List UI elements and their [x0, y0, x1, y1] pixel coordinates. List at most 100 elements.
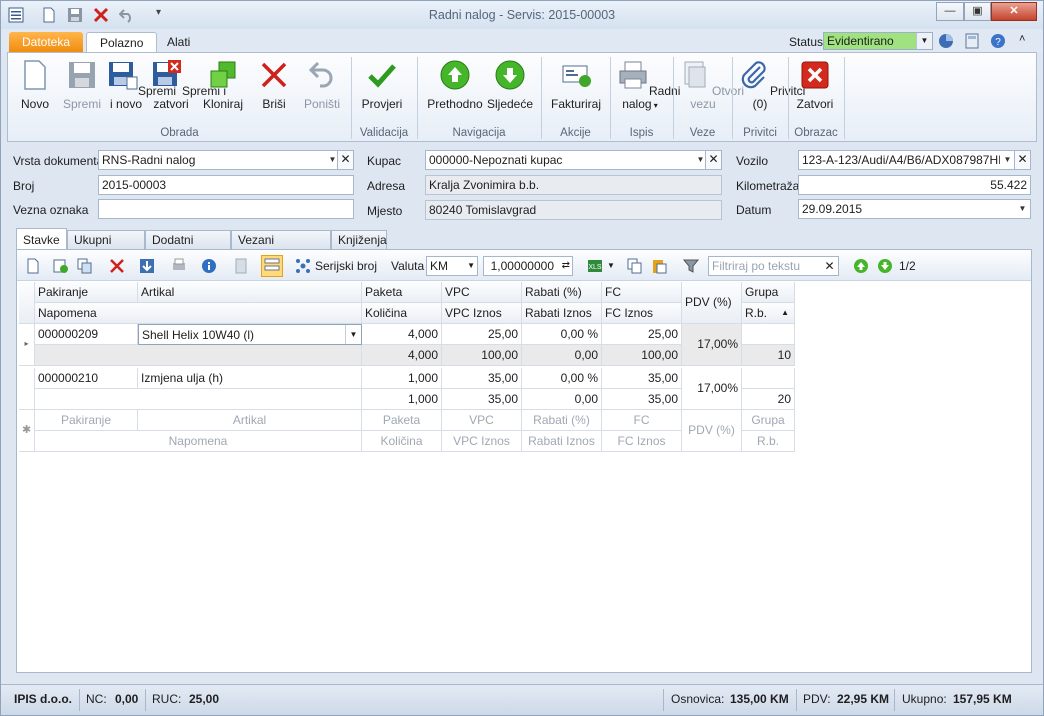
import-icon[interactable] [139, 258, 155, 274]
filter-icon[interactable] [683, 258, 699, 274]
table-cell[interactable] [35, 389, 362, 410]
col-pdv-header[interactable]: PDV (%) [682, 282, 742, 324]
info-icon[interactable] [201, 258, 217, 274]
table-cell[interactable]: 0,00 [522, 345, 602, 366]
artikal-editor[interactable]: Shell Helix 10W40 (l) ▼ [138, 324, 362, 345]
close-window-button[interactable]: ✕ [991, 2, 1037, 21]
tab-vezani-dokumenti[interactable]: Vezani dokumenti [231, 230, 331, 265]
chevron-down-icon[interactable]: ▼ [1000, 151, 1015, 169]
tab-datoteka[interactable]: Datoteka [9, 32, 84, 53]
new-row-placeholder[interactable]: Artikal [138, 410, 362, 431]
next-page-icon[interactable] [877, 258, 893, 274]
table-cell[interactable]: 35,00 [442, 389, 522, 410]
table-cell[interactable]: 35,00 [602, 389, 682, 410]
tecaj-field[interactable]: 1,00000000 ⇄ [483, 256, 573, 276]
col-rb-header[interactable]: R.b. ▲ [742, 303, 795, 324]
col-rabati-header[interactable]: Rabati (%) [522, 282, 602, 303]
table-cell[interactable]: 4,000 [362, 324, 442, 345]
vrsta-dokumenta-select[interactable]: RNS-Radni nalog ▼ [98, 150, 341, 170]
ponisti-button[interactable]: Poništi [304, 59, 340, 111]
spremi-button[interactable]: Spremi [62, 59, 102, 111]
serial-number-icon[interactable] [295, 258, 311, 274]
delete-row-icon[interactable] [109, 258, 125, 274]
add-row-icon[interactable] [53, 258, 69, 274]
help-icon[interactable]: ? [990, 33, 1006, 49]
col-rabati-iznos-header[interactable]: Rabati Iznos [522, 303, 602, 324]
vozilo-select[interactable]: 123-A-123/Audi/A4/B6/ADX087987HIOIH ▼ [798, 150, 1016, 170]
row-selector-icon[interactable]: ▸ [19, 324, 35, 366]
refresh-icon[interactable]: ⇄ [562, 257, 570, 275]
tab-polazno[interactable]: Polazno [86, 32, 158, 54]
col-grupa-header[interactable]: Grupa [742, 282, 795, 303]
new-row-placeholder[interactable]: Pakiranje [35, 410, 138, 431]
clear-vozilo-button[interactable]: ✕ [1014, 150, 1031, 170]
col-artikal-header[interactable]: Artikal [138, 282, 362, 303]
new-row-placeholder[interactable]: Rabati (%) [522, 410, 602, 431]
clear-vrsta-button[interactable]: ✕ [337, 150, 354, 170]
table-cell[interactable]: 000000210 [35, 368, 138, 389]
new-row-placeholder[interactable]: FC Iznos [602, 431, 682, 452]
table-cell[interactable]: 0,00 % [522, 324, 602, 345]
tab-alati[interactable]: Alati [154, 32, 203, 53]
new-row-placeholder[interactable]: FC [602, 410, 682, 431]
document-icon[interactable] [233, 258, 249, 274]
col-fc-iznos-header[interactable]: FC Iznos [602, 303, 682, 324]
table-cell[interactable]: 10 [742, 345, 795, 366]
vezna-oznaka-field[interactable] [98, 199, 354, 219]
layout-toggle-icon[interactable] [261, 255, 283, 277]
tab-dodatni-podaci[interactable]: Dodatni podaci [145, 230, 231, 265]
datum-picker[interactable]: 29.09.2015 ▼ [798, 199, 1031, 219]
col-kolicina-header[interactable]: Količina [362, 303, 442, 324]
table-cell[interactable]: 17,00% [682, 368, 742, 410]
table-cell[interactable]: 25,00 [442, 324, 522, 345]
tab-knjizenja[interactable]: Knjiženja [331, 230, 387, 250]
kilometraza-field[interactable]: 55.422 [798, 175, 1031, 195]
table-cell[interactable]: 000000209 [35, 324, 138, 345]
table-cell[interactable]: 17,00% [682, 324, 742, 366]
filter-input[interactable]: Filtriraj po tekstu [708, 256, 839, 276]
table-cell[interactable]: 100,00 [602, 345, 682, 366]
new-row-icon[interactable] [25, 258, 41, 274]
row-selector[interactable] [19, 368, 35, 410]
col-vpc-header[interactable]: VPC [442, 282, 522, 303]
clear-filter-button[interactable]: ✕ [821, 257, 838, 275]
prethodno-button[interactable]: Prethodno [426, 59, 484, 111]
zatvori-button[interactable]: Zatvori [794, 59, 836, 111]
new-row-placeholder[interactable]: Grupa [742, 410, 795, 431]
calculator-icon[interactable] [964, 33, 980, 49]
minimize-button[interactable]: — [936, 2, 964, 21]
chevron-down-icon[interactable]: ▼ [1015, 200, 1030, 218]
table-cell[interactable] [35, 345, 362, 366]
col-fc-header[interactable]: FC [602, 282, 682, 303]
new-row-placeholder[interactable]: VPC [442, 410, 522, 431]
table-cell[interactable] [742, 324, 795, 345]
valuta-select[interactable]: KM ▼ [426, 256, 478, 276]
chevron-down-icon[interactable]: ▼ [345, 325, 361, 344]
otvori-vezu-button[interactable]: Otvori vezu [680, 59, 744, 111]
kupac-select[interactable]: 000000-Nepoznati kupac ▼ [425, 150, 709, 170]
pie-chart-icon[interactable] [938, 33, 954, 49]
table-cell[interactable]: Izmjena ulja (h) [138, 368, 362, 389]
col-pakiranje-header[interactable]: Pakiranje [35, 282, 138, 303]
brisi-button[interactable]: Briši [258, 59, 290, 111]
new-row-placeholder[interactable]: Rabati Iznos [522, 431, 602, 452]
broj-field[interactable]: 2015-00003 [98, 175, 354, 195]
tab-stavke[interactable]: Stavke [16, 228, 67, 250]
kloniraj-button[interactable]: Kloniraj [202, 59, 244, 111]
new-row-placeholder[interactable]: Paketa [362, 410, 442, 431]
chevron-down-icon[interactable]: ▼ [467, 257, 475, 275]
maximize-button[interactable]: ▣ [964, 2, 991, 21]
provjeri-button[interactable]: Provjeri [360, 59, 404, 111]
new-row-icon[interactable]: ✱ [19, 410, 35, 452]
col-vpc-iznos-header[interactable]: VPC Iznos [442, 303, 522, 324]
chevron-down-icon[interactable]: ▼ [916, 33, 932, 49]
copy-icon[interactable] [627, 258, 643, 274]
table-cell[interactable]: 35,00 [442, 368, 522, 389]
sljedece-button[interactable]: Sljedeće [486, 59, 534, 111]
table-cell[interactable]: 25,00 [602, 324, 682, 345]
col-napomena-header[interactable]: Napomena [35, 303, 362, 324]
paste-icon[interactable] [651, 258, 667, 274]
table-cell[interactable] [742, 368, 795, 389]
collapse-ribbon-icon[interactable]: ˄ [1019, 33, 1025, 45]
novo-button[interactable]: Novo [16, 59, 54, 111]
